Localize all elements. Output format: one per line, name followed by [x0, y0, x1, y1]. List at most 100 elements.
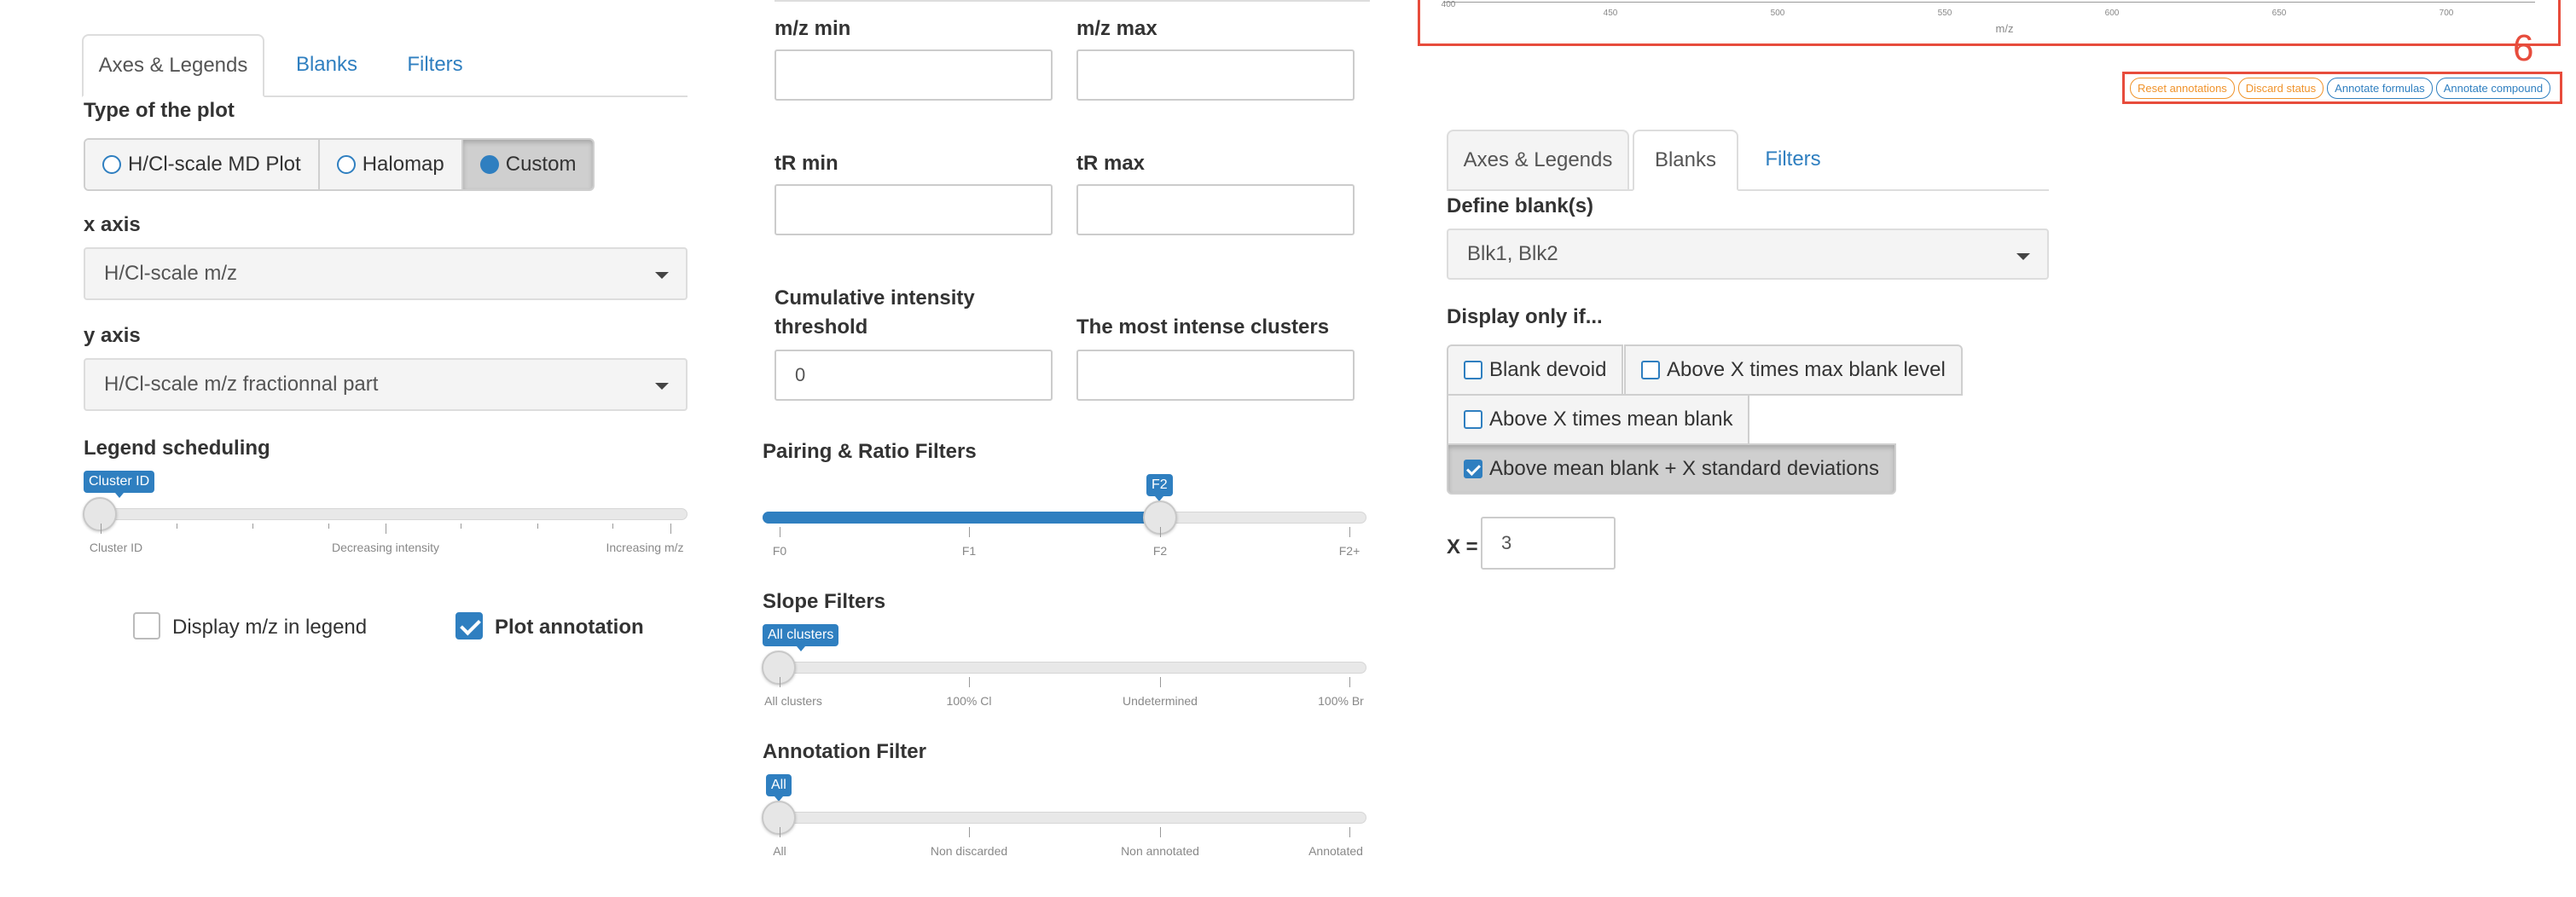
y-axis-select[interactable]: H/Cl-scale m/z fractionnal part [84, 358, 688, 411]
plot-annotation-checkbox[interactable] [455, 612, 483, 639]
tick [101, 524, 102, 534]
radio-icon [102, 155, 121, 174]
annotation-filter-handle[interactable] [762, 801, 796, 835]
chart-x-axis-label: m/z [1995, 22, 2014, 35]
tick [252, 524, 253, 529]
most-intense-input[interactable] [1076, 350, 1355, 401]
radio-checked-icon [479, 155, 499, 174]
tick-label: Decreasing intensity [331, 541, 440, 554]
chart-tick-label: 650 [2271, 9, 2287, 18]
tick [1160, 677, 1161, 687]
tick [969, 677, 970, 687]
legend-scheduling-track[interactable] [84, 508, 688, 520]
above-max-blank-label: Above X times max blank level [1667, 358, 1946, 381]
above-max-blank-option[interactable]: Above X times max blank level [1624, 344, 1963, 396]
tick-label: Cluster ID [89, 541, 143, 554]
tick-label: F2+ [1338, 544, 1361, 558]
chart-highlight-box [1418, 0, 2561, 46]
above-mean-sd-option[interactable]: Above mean blank + X standard deviations [1447, 443, 1896, 495]
checkbox-icon [1464, 410, 1482, 429]
tick-label: F0 [772, 544, 787, 558]
tick-label: F1 [961, 544, 977, 558]
slope-filter-badge: All clusters [763, 624, 839, 651]
plot-type-label: Type of the plot [84, 99, 235, 122]
annotation-filter-badge: All [766, 774, 792, 802]
define-blanks-value: Blk1, Blk2 [1467, 242, 1558, 265]
tick-label: All clusters [764, 694, 822, 708]
tick-label: Annotated [1308, 844, 1363, 858]
right-tabbar: Axes & Legends Blanks Filters [1447, 130, 2049, 191]
tab-filters[interactable]: Filters [1740, 130, 1846, 189]
tick [1349, 827, 1350, 837]
legend-scheduling-label: Legend scheduling [84, 437, 270, 460]
tick-label: Increasing m/z [606, 541, 684, 554]
tick [1160, 527, 1161, 537]
blank-devoid-label: Blank devoid [1489, 358, 1607, 381]
chevron-down-icon [2016, 253, 2030, 260]
above-mean-blank-option[interactable]: Above X times mean blank [1447, 394, 1750, 445]
tick-label: 100% Br [1318, 694, 1364, 708]
annotate-formulas-button[interactable]: Annotate formulas [2327, 77, 2433, 99]
tick [670, 524, 671, 534]
plot-type-hcl-md[interactable]: H/Cl-scale MD Plot [85, 140, 320, 189]
left-tabbar: Axes & Legends Blanks Filters [82, 34, 688, 97]
mz-min-input[interactable] [775, 49, 1053, 101]
chart-tick-label: 700 [2439, 9, 2454, 18]
tab-filters[interactable]: Filters [382, 34, 488, 95]
x-value-label: X = [1447, 535, 1478, 558]
mz-max-label: m/z max [1076, 17, 1157, 40]
slope-filter-label: Slope Filters [763, 590, 886, 613]
tick [1160, 827, 1161, 837]
tab-axes-legends[interactable]: Axes & Legends [82, 34, 264, 97]
tick-label: All [773, 844, 786, 858]
x-axis-select[interactable]: H/Cl-scale m/z [84, 247, 688, 300]
above-mean-blank-label: Above X times mean blank [1489, 408, 1733, 431]
cum-intensity-input[interactable]: 0 [775, 350, 1053, 401]
display-only-if-label: Display only if... [1447, 305, 1603, 328]
pairing-filter-label: Pairing & Ratio Filters [763, 440, 977, 463]
pairing-filter-fill [763, 512, 1160, 524]
top-edge-line [775, 0, 1370, 2]
tab-blanks[interactable]: Blanks [271, 34, 382, 95]
tab-axes-legends[interactable]: Axes & Legends [1447, 130, 1629, 189]
reset-annotations-button[interactable]: Reset annotations [2130, 77, 2235, 99]
tr-min-input[interactable] [775, 184, 1053, 235]
checkbox-icon [1641, 361, 1660, 379]
plot-type-custom-label: Custom [505, 153, 577, 176]
blank-devoid-option[interactable]: Blank devoid [1447, 344, 1624, 396]
cum-intensity-label-1: Cumulative intensity [775, 286, 975, 310]
tick-label: 100% Cl [946, 694, 992, 708]
most-intense-label: The most intense clusters [1076, 315, 1330, 339]
checkbox-checked-icon [1464, 460, 1482, 478]
x-axis-value: H/Cl-scale m/z [104, 262, 238, 285]
discard-status-button[interactable]: Discard status [2237, 77, 2324, 99]
chart-tick-label: 450 [1603, 9, 1618, 18]
x-value-input[interactable]: 3 [1481, 517, 1616, 570]
mz-max-input[interactable] [1076, 49, 1355, 101]
define-blanks-label: Define blank(s) [1447, 194, 1594, 217]
plot-type-halomap[interactable]: Halomap [319, 140, 463, 189]
chart-tick-label: 550 [1937, 9, 1952, 18]
annotation-filter-track[interactable] [763, 812, 1366, 824]
checkbox-icon [1464, 361, 1482, 379]
tick [969, 827, 970, 837]
tick [537, 524, 538, 529]
legend-scheduling-handle[interactable] [83, 497, 117, 531]
annotation-filter-label: Annotation Filter [763, 740, 926, 763]
annotate-compound-button[interactable]: Annotate compound [2435, 77, 2551, 99]
slope-filter-handle[interactable] [762, 651, 796, 685]
slope-filter-track[interactable] [763, 662, 1366, 674]
step-number: 6 [2513, 27, 2534, 69]
tick [969, 527, 970, 537]
legend-scheduling-badge: Cluster ID [84, 471, 155, 498]
plot-type-custom[interactable]: Custom [462, 140, 594, 189]
y-axis-value: H/Cl-scale m/z fractionnal part [104, 373, 379, 396]
chart-tick-label: 400 [1441, 0, 1456, 9]
tr-max-input[interactable] [1076, 184, 1355, 235]
radio-icon [336, 155, 356, 174]
chevron-down-icon [655, 383, 669, 390]
display-mz-legend-checkbox[interactable] [133, 612, 160, 639]
tab-blanks[interactable]: Blanks [1633, 130, 1738, 191]
y-axis-label: y axis [84, 324, 141, 347]
define-blanks-select[interactable]: Blk1, Blk2 [1447, 229, 2049, 280]
